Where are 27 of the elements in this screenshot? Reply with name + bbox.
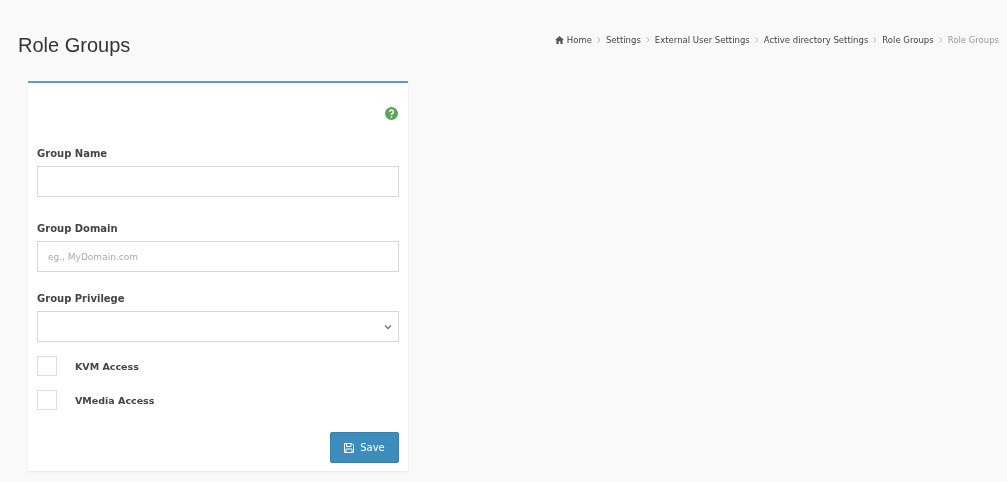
chevron-icon bbox=[754, 36, 759, 43]
field-label: Group Name bbox=[37, 148, 109, 159]
current-page-label: Role Groups bbox=[947, 34, 999, 45]
breadcrumb-link[interactable]: Role Groups bbox=[882, 34, 934, 45]
privilege-select[interactable] bbox=[37, 311, 399, 342]
save-button[interactable]: Save bbox=[330, 432, 399, 463]
home-icon bbox=[554, 35, 564, 44]
breadcrumb-link[interactable]: Active directory Settings bbox=[763, 34, 869, 45]
chevron-icon bbox=[596, 36, 601, 43]
caret-icon bbox=[384, 323, 392, 330]
checkbox-label: VMedia Access bbox=[75, 394, 155, 406]
checkbox[interactable] bbox=[37, 356, 57, 376]
breadcrumb-link[interactable]: External User Settings bbox=[654, 34, 750, 45]
help-icon[interactable] bbox=[385, 107, 398, 120]
checkbox-label: KVM Access bbox=[75, 360, 139, 372]
chevron-icon bbox=[873, 36, 878, 43]
input-field[interactable]: eg., MyDomain.com bbox=[37, 241, 399, 272]
input-field[interactable] bbox=[37, 166, 399, 197]
floppy-icon bbox=[344, 442, 355, 453]
checkbox[interactable] bbox=[37, 390, 57, 410]
breadcrumb-link[interactable]: Home bbox=[554, 34, 592, 45]
page-title: Role Groups bbox=[18, 34, 131, 57]
field-label: Group Domain bbox=[37, 223, 119, 234]
chevron-icon bbox=[938, 36, 943, 43]
breadcrumb-link[interactable]: Settings bbox=[605, 34, 641, 45]
chevron-icon bbox=[645, 36, 650, 43]
field-label: Group Privilege bbox=[37, 293, 126, 304]
